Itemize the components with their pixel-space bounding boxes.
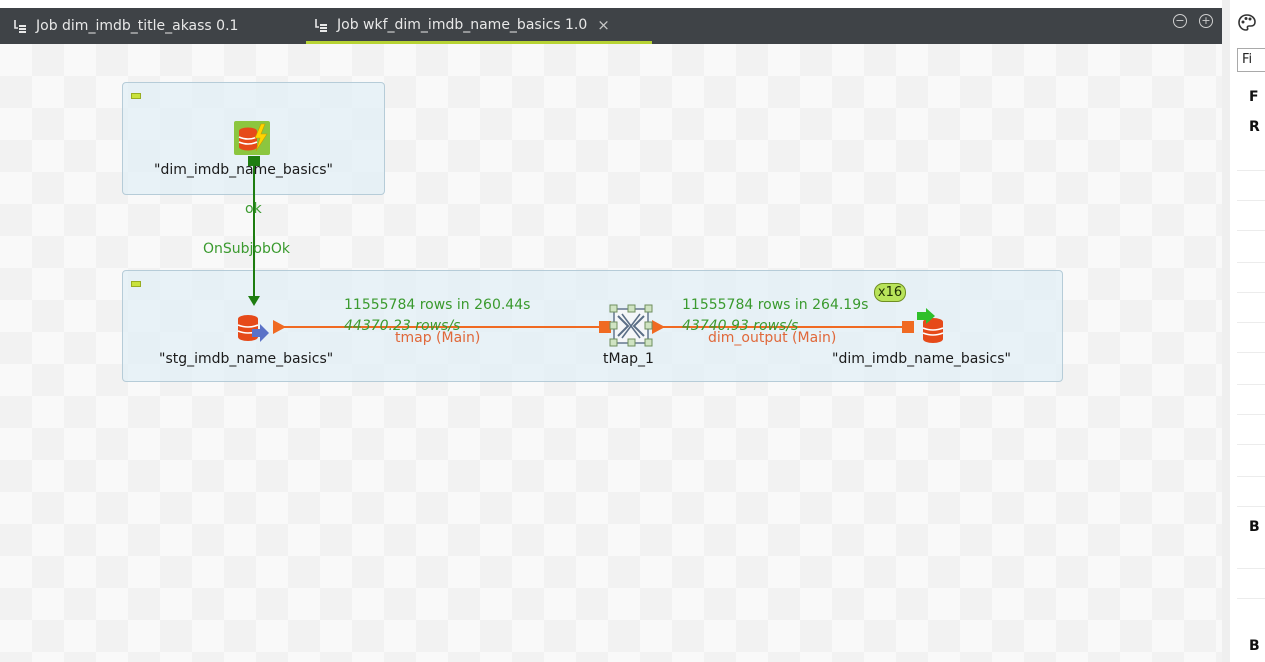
palette-item-f[interactable]: F xyxy=(1249,89,1259,105)
flow-1-name[interactable]: tmap (Main) xyxy=(395,330,480,346)
palette-filter-input[interactable]: Fi xyxy=(1237,48,1265,72)
palette-divider xyxy=(1237,292,1265,293)
flow-1-rows-stat: 11555784 rows in 260.44s xyxy=(344,297,531,313)
trigger-arrow xyxy=(248,296,260,306)
component-label-stg-imdb-name-basics: "stg_imdb_name_basics" xyxy=(159,351,334,367)
parallelization-badge: x16 xyxy=(874,283,906,302)
trigger-label-ok: ok xyxy=(245,201,262,217)
palette-divider xyxy=(1237,352,1265,353)
component-label-dim-imdb-name-basics-output: "dim_imdb_name_basics" xyxy=(832,351,1011,367)
panel-separator[interactable] xyxy=(1222,0,1230,662)
palette-divider xyxy=(1237,170,1265,171)
component-label-tmap-1: tMap_1 xyxy=(603,351,654,367)
palette-panel: Fi F R B B xyxy=(1230,0,1265,662)
palette-divider xyxy=(1237,384,1265,385)
trigger-label-onsubjobok[interactable]: OnSubjobOk xyxy=(203,241,290,257)
palette-divider xyxy=(1237,262,1265,263)
palette-divider xyxy=(1237,322,1265,323)
db-input-icon[interactable] xyxy=(236,313,270,343)
flow-2-rows-stat: 11555784 rows in 264.19s xyxy=(682,297,869,313)
flow-1-start xyxy=(273,320,286,334)
palette-item-b[interactable]: B xyxy=(1249,638,1260,654)
palette-item-b[interactable]: B xyxy=(1249,519,1260,535)
palette-divider xyxy=(1237,476,1265,477)
palette-divider xyxy=(1237,598,1265,599)
palette-divider xyxy=(1237,506,1265,507)
flow-2-name[interactable]: dim_output (Main) xyxy=(708,330,836,346)
palette-icon[interactable] xyxy=(1238,14,1256,32)
palette-divider xyxy=(1237,444,1265,445)
component-label-dim-imdb-name-basics: "dim_imdb_name_basics" xyxy=(154,162,333,178)
tmap-icon[interactable] xyxy=(608,304,656,350)
palette-divider xyxy=(1237,414,1265,415)
palette-item-r[interactable]: R xyxy=(1249,119,1260,135)
palette-divider xyxy=(1237,568,1265,569)
tRunJob-icon[interactable] xyxy=(234,121,270,155)
db-output-icon[interactable] xyxy=(913,308,951,344)
palette-divider xyxy=(1237,200,1265,201)
palette-divider xyxy=(1237,230,1265,231)
